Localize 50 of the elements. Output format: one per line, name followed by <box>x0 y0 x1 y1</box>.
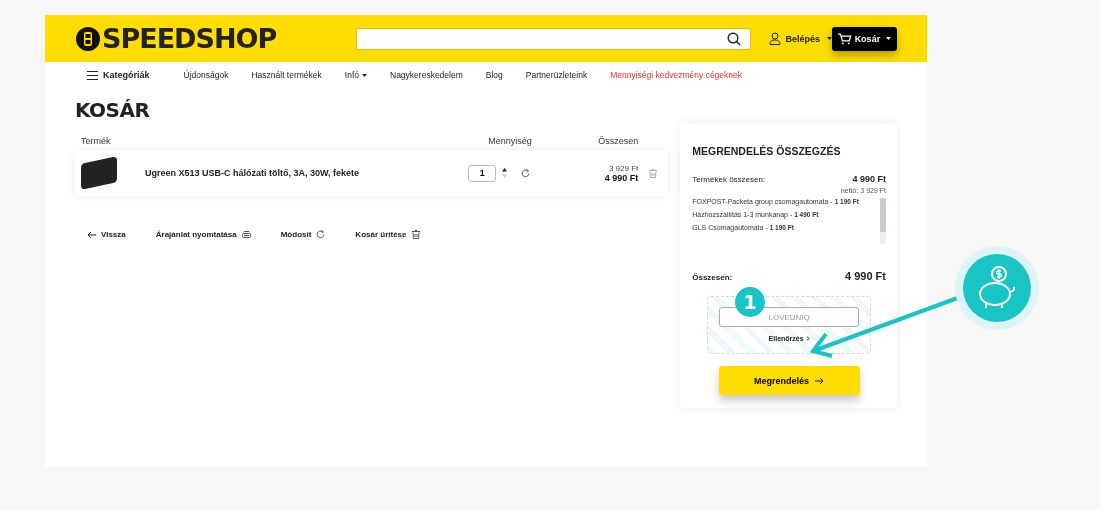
arrow-right-icon <box>815 376 825 385</box>
product-name[interactable]: Ugreen X513 USB-C hálózati töltő, 3A, 30W, fekete <box>131 168 469 178</box>
nav-link[interactable]: Nagykereskedelem <box>390 70 463 80</box>
order-button[interactable]: Megrendelés <box>718 366 860 395</box>
refresh-icon <box>316 230 326 239</box>
search-icon <box>727 31 742 46</box>
search-field[interactable] <box>356 27 752 50</box>
column-header: Mennyiség <box>488 136 533 146</box>
gross-price: 4 990 Ft <box>603 172 639 183</box>
cart-action-link[interactable]: Árajánlat nyomtatása <box>155 230 251 239</box>
column-header: Termék <box>81 136 112 146</box>
caret-icon <box>827 37 832 40</box>
nav-link[interactable]: Blog <box>485 70 503 80</box>
products-total-value: 4 990 Ft <box>852 174 886 184</box>
column-header: Összesen <box>597 136 639 146</box>
logo-text: SPEEDSHOP <box>102 25 277 52</box>
net-price: 3 929 Ft <box>607 163 639 173</box>
caret-icon <box>886 37 891 40</box>
page-title: KOSÁR <box>75 98 151 122</box>
back-arrow-icon <box>87 230 96 239</box>
cart-icon <box>838 32 852 45</box>
nav-link[interactable]: Újdonságok <box>183 70 229 80</box>
trash-icon[interactable] <box>649 168 658 178</box>
total-label: Összesen: <box>692 273 733 282</box>
logo-icon <box>76 26 100 51</box>
nav-link[interactable]: Használt termékek <box>251 70 322 80</box>
chevron-icon <box>805 336 810 341</box>
cart-button[interactable]: Kosár <box>832 26 897 51</box>
categories-menu[interactable]: Kategóriák <box>87 70 150 80</box>
products-total-label: Termékek összesen: <box>692 175 766 184</box>
menu-icon <box>87 70 98 80</box>
refresh-icon[interactable] <box>521 168 531 178</box>
scrollbar-thumb[interactable] <box>880 198 886 232</box>
total-value: 4 990 Ft <box>845 270 886 282</box>
stepper-arrows-icon[interactable] <box>502 168 508 178</box>
login-link[interactable]: Belépés <box>769 32 832 45</box>
cart-action-link[interactable]: Vissza <box>87 230 126 239</box>
cart-action-link[interactable]: Módosít <box>280 230 326 239</box>
print-icon <box>241 230 251 239</box>
product-photo-placeholder <box>81 156 117 190</box>
cart-action-link[interactable]: Kosár ürítése <box>355 230 420 239</box>
trash-icon <box>411 230 420 239</box>
summary-title: MEGRENDELÉS ÖSSZEGZÉS <box>692 145 842 157</box>
user-icon <box>769 32 782 45</box>
nav-link[interactable]: Mennyiségi kedvezmény cégeknek <box>610 70 743 80</box>
quantity-field[interactable]: 1 <box>468 164 497 182</box>
caret-icon <box>362 73 367 77</box>
nav-link[interactable]: Infó <box>344 70 367 80</box>
piggy-bank-icon <box>955 246 1039 330</box>
nav-link[interactable]: Partnerüzleteink <box>525 70 588 80</box>
